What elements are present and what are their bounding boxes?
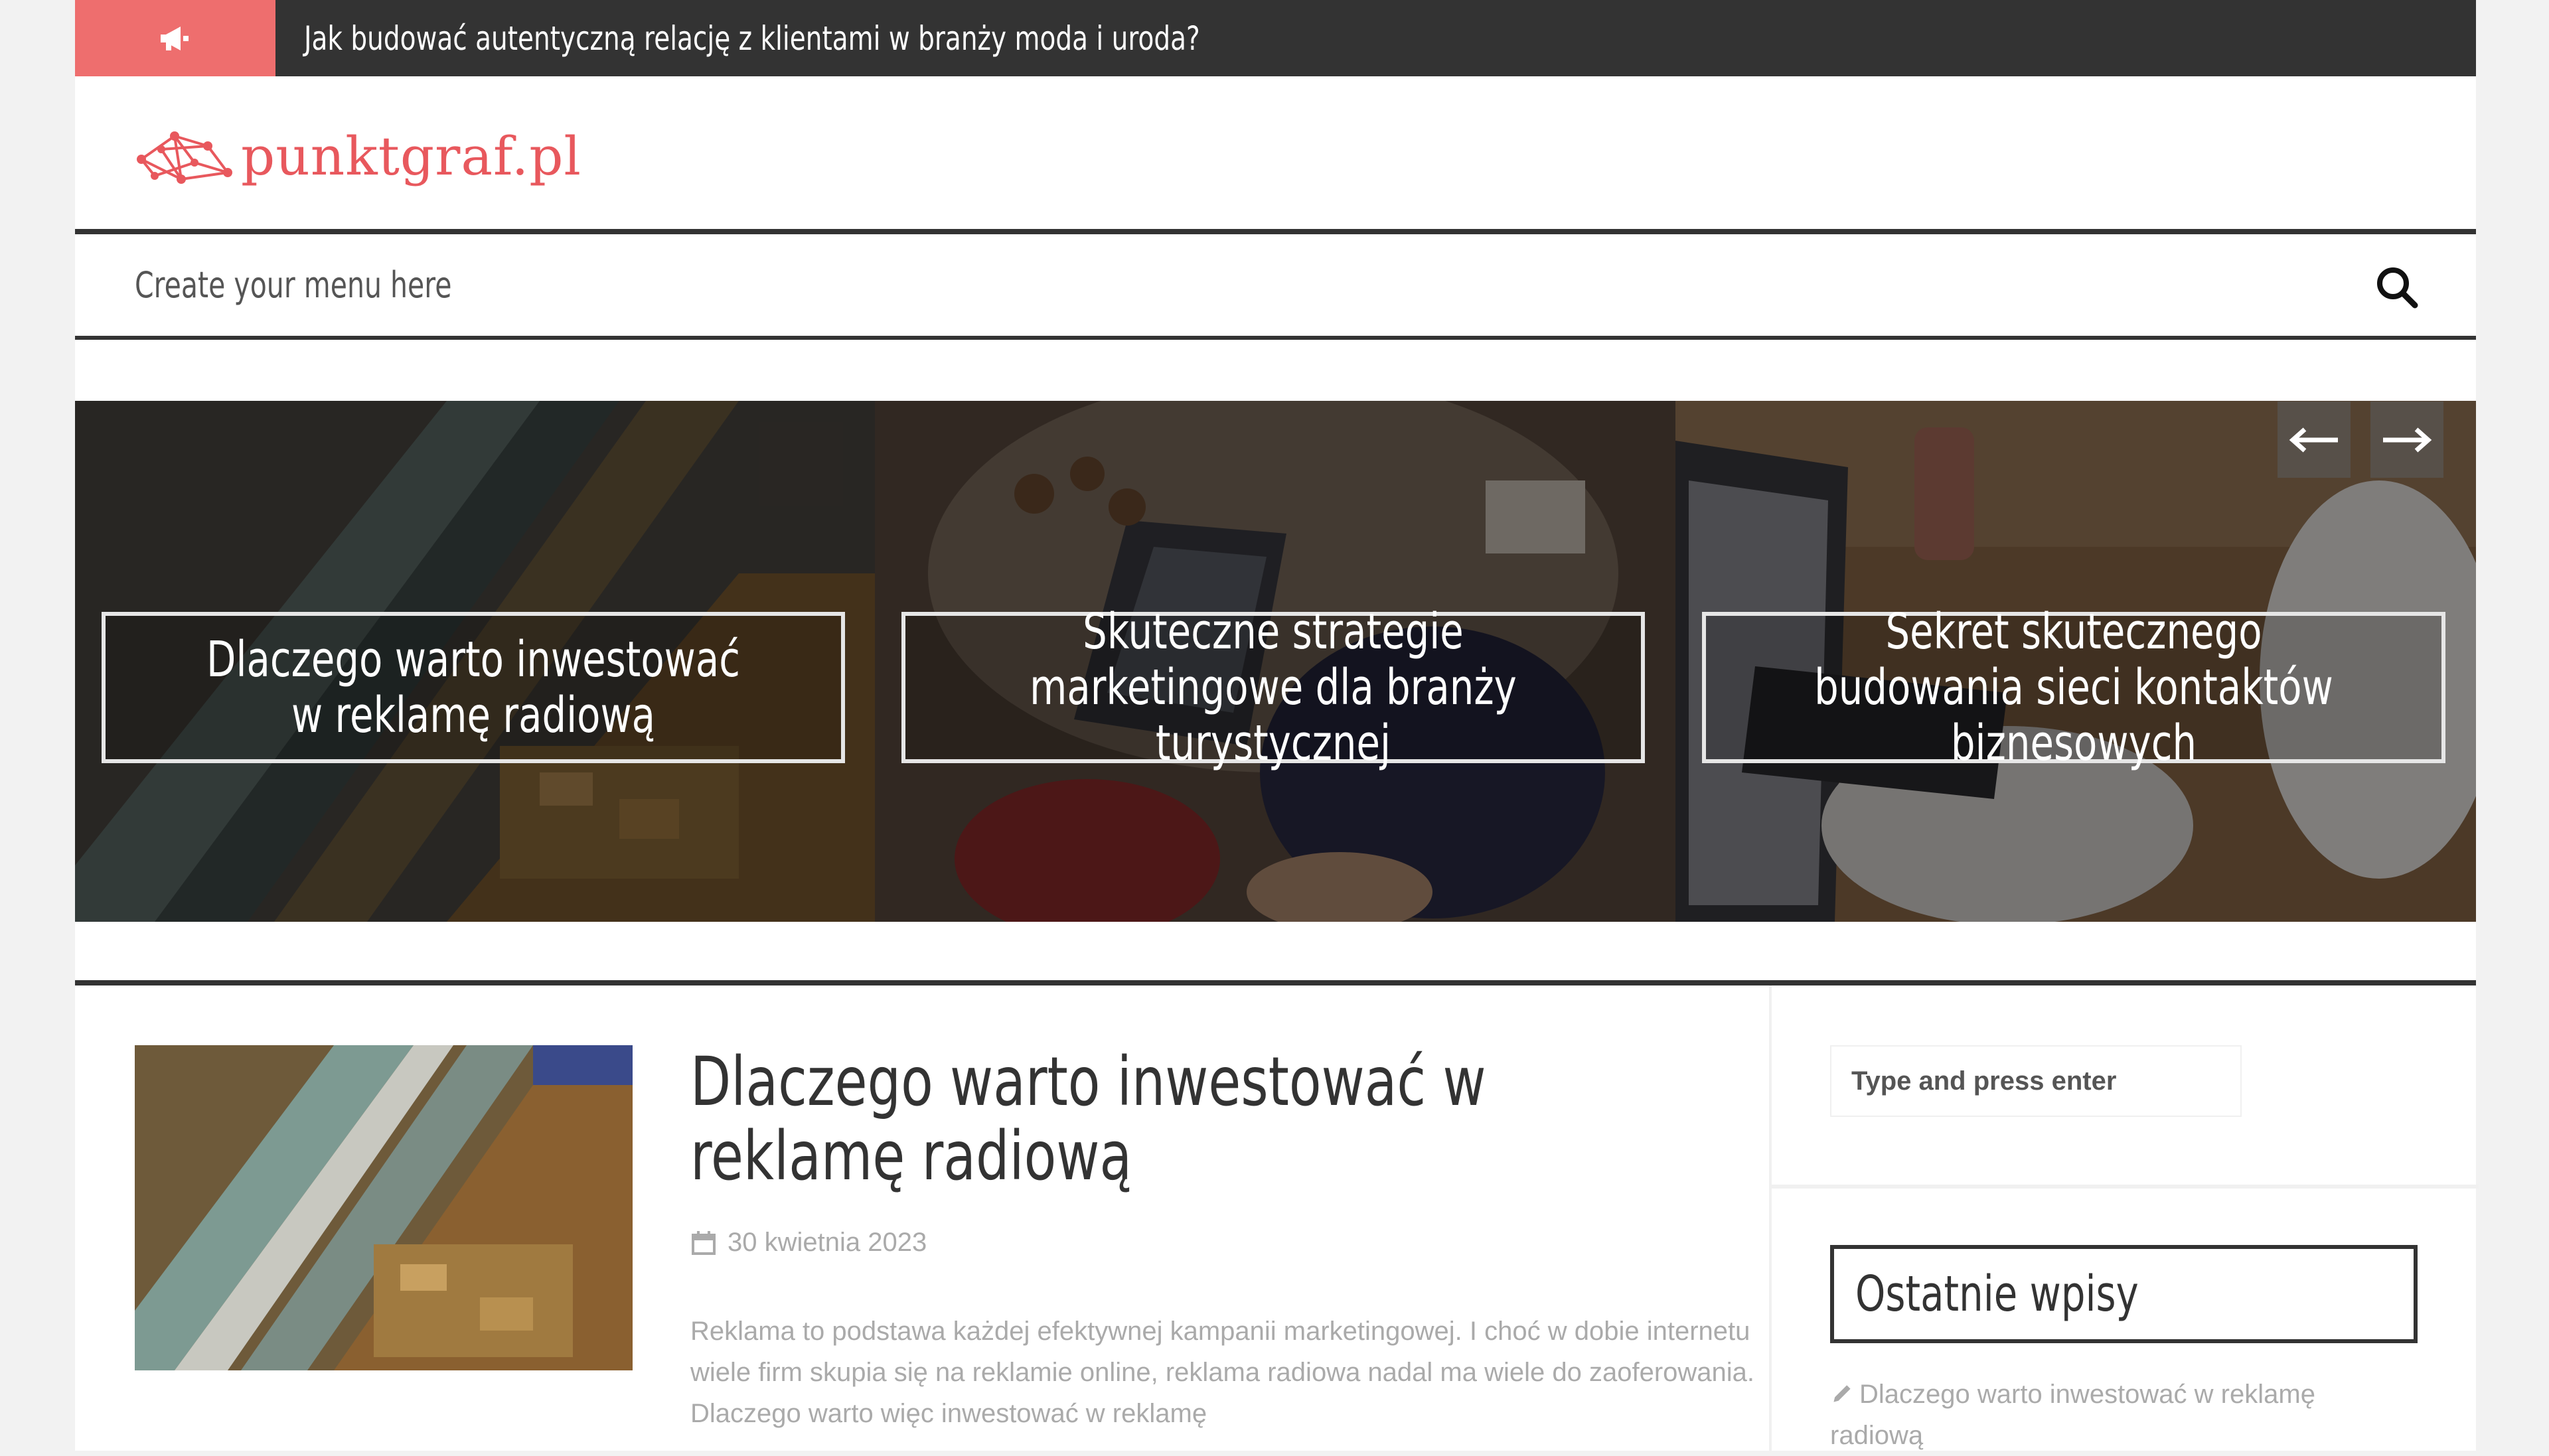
slide-caption-text: Dlaczego warto inwestować w reklamę radi… (206, 631, 740, 744)
slide-caption-link[interactable]: Skuteczne strategie marketingowe dla bra… (901, 604, 1645, 771)
slide-caption-text: Sekret skutecznego budowania sieci konta… (1814, 603, 2333, 772)
slider-prev-button[interactable] (2278, 401, 2351, 478)
post-date: 30 kwietnia 2023 (728, 1228, 927, 1257)
nav-placeholder-text: Create your menu here (135, 264, 452, 306)
post-thumbnail[interactable] (135, 1045, 633, 1370)
recent-post-label: Dlaczego warto inwestować w reklamę radi… (1830, 1380, 2315, 1450)
arrow-left-icon (2289, 427, 2338, 453)
slide[interactable]: Skuteczne strategie marketingowe dla bra… (875, 401, 1675, 922)
sidebar: Ostatnie wpisy Dlaczego warto inwestować… (1769, 985, 2479, 1451)
featured-slider: Dlaczego warto inwestować w reklamę radi… (75, 401, 2476, 922)
recent-posts-title-box: Ostatnie wpisy (1830, 1245, 2418, 1343)
slide[interactable]: Sekret skutecznego budowania sieci konta… (1675, 401, 2476, 922)
pencil-icon (1833, 1385, 1851, 1402)
search-icon[interactable] (2374, 264, 2420, 311)
post-meta: 30 kwietnia 2023 (690, 1228, 927, 1258)
slider-next-button[interactable] (2370, 401, 2443, 478)
logo-network-icon (137, 131, 232, 184)
site-header: punktgraf.pl (75, 76, 2476, 230)
post-excerpt: Reklama to podstawa każdej efektywnej ka… (690, 1317, 1755, 1428)
recent-post-link[interactable]: Dlaczego warto inwestować w reklamę radi… (1830, 1374, 2414, 1456)
site-logo[interactable]: punktgraf.pl (135, 123, 581, 189)
section-divider (75, 980, 2476, 985)
slide[interactable]: Dlaczego warto inwestować w reklamę radi… (75, 401, 875, 922)
megaphone-icon (161, 26, 189, 50)
calendar-icon (692, 1230, 716, 1255)
page-container: Jak budować autentyczną relację z klient… (75, 0, 2479, 1451)
main-navigation: Create your menu here (75, 229, 2476, 340)
post-thumbnail-image (135, 1045, 633, 1370)
recent-posts-title: Ostatnie wpisy (1855, 1266, 2139, 1323)
arrow-right-icon (2383, 427, 2432, 453)
slide-caption-link[interactable]: Sekret skutecznego budowania sieci konta… (1702, 604, 2445, 771)
sidebar-search-input[interactable] (1830, 1045, 2242, 1117)
slide-caption-link[interactable]: Dlaczego warto inwestować w reklamę radi… (102, 612, 845, 763)
logo-text: punktgraf.pl (241, 125, 582, 187)
news-badge (75, 0, 275, 76)
slide-caption-text: Skuteczne strategie marketingowe dla bra… (1030, 603, 1517, 772)
sidebar-divider (1772, 1185, 2479, 1189)
top-news-bar: Jak budować autentyczną relację z klient… (75, 0, 2476, 76)
post-title[interactable]: Dlaczego warto inwestować w reklamę radi… (690, 1045, 1519, 1194)
top-headline-link[interactable]: Jak budować autentyczną relację z klient… (304, 0, 1200, 76)
